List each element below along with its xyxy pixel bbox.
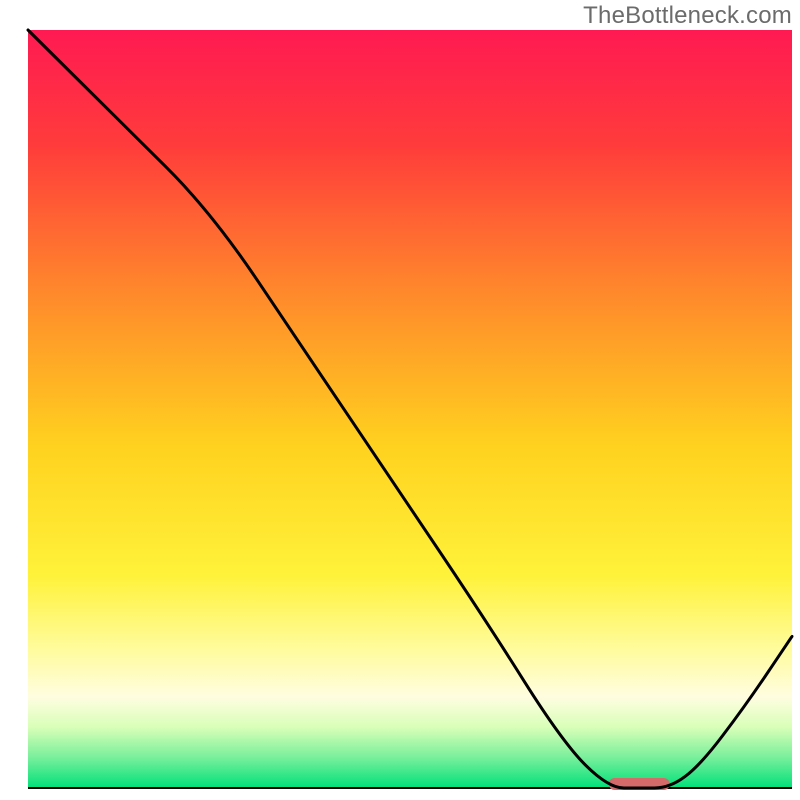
bottleneck-chart-svg	[0, 0, 800, 800]
watermark-text: TheBottleneck.com	[583, 2, 792, 30]
chart-container: TheBottleneck.com	[0, 0, 800, 800]
